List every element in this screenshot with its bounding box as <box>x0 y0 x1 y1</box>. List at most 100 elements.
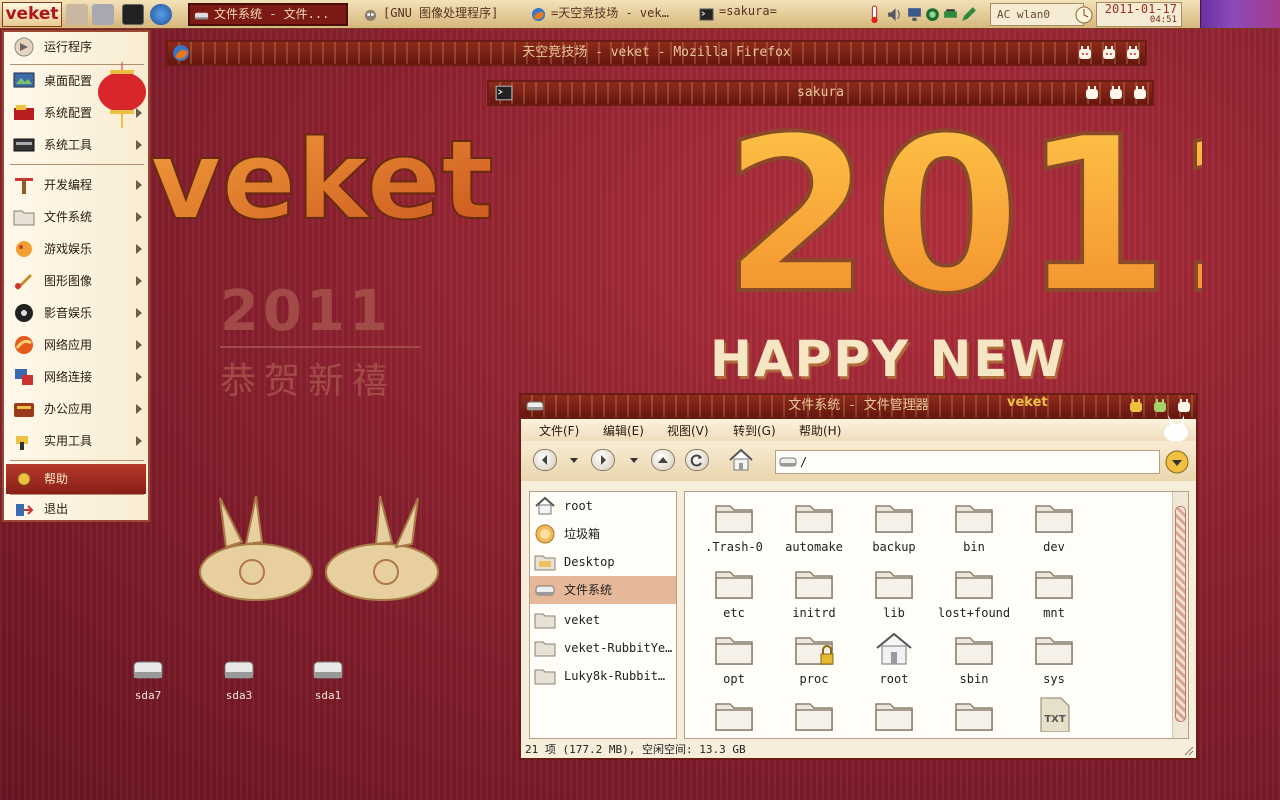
location-bar[interactable]: / <box>775 450 1160 474</box>
menu-item-utilities[interactable]: 实用工具 <box>6 426 146 456</box>
menu-item-media[interactable]: 影音娱乐 <box>6 298 146 328</box>
file-item[interactable]: sys <box>1015 624 1093 688</box>
scrollbar-thumb[interactable] <box>1175 506 1186 722</box>
terminal-launcher-icon[interactable] <box>122 4 144 25</box>
side-item-filesystem[interactable]: 文件系统 <box>530 576 676 604</box>
file-item[interactable]: backup <box>855 492 933 556</box>
usb-icon[interactable] <box>942 5 959 23</box>
menu-item-dev[interactable]: 开发编程 <box>6 170 146 200</box>
file-item[interactable]: lib <box>855 558 933 622</box>
cn-greeting-text: 恭贺新禧 <box>220 361 397 402</box>
menu-item-label: 系统配置 <box>44 106 93 120</box>
file-item[interactable] <box>855 690 933 738</box>
home-icon[interactable] <box>727 447 755 473</box>
menu-item-help[interactable]: 帮助 <box>6 464 146 494</box>
menu-item-filesystem[interactable]: 文件系统 <box>6 202 146 232</box>
browser-launcher-icon[interactable] <box>150 4 172 25</box>
network-status[interactable]: AC wlan0 <box>990 3 1084 26</box>
close-icon[interactable] <box>1132 85 1148 101</box>
pen-icon[interactable] <box>960 5 977 23</box>
side-item-trash[interactable]: 垃圾箱 <box>530 520 676 548</box>
location-path: / <box>800 455 808 469</box>
side-item-veket-rubbit[interactable]: veket-RubbitYe… <box>530 634 676 662</box>
vertical-scrollbar[interactable] <box>1172 492 1188 738</box>
start-button[interactable]: veket <box>2 2 62 27</box>
desktop-icon-sda3[interactable]: sda3 <box>209 652 269 712</box>
file-item[interactable]: etc <box>695 558 773 622</box>
side-pane: root 垃圾箱 Desktop 文件系统 veket veket-Rubbit… <box>529 491 677 739</box>
menu-go[interactable]: 转到(G) <box>733 422 776 439</box>
file-item[interactable] <box>775 690 853 738</box>
drive-icon <box>194 12 209 20</box>
menu-item-network-connect[interactable]: 网络连接 <box>6 362 146 392</box>
menu-item-network-apps[interactable]: 网络应用 <box>6 330 146 360</box>
menu-item-office[interactable]: 办公应用 <box>6 394 146 424</box>
file-item[interactable]: opt <box>695 624 773 688</box>
chevron-down-icon[interactable] <box>569 457 579 465</box>
file-item[interactable] <box>695 690 773 738</box>
back-arrow-icon <box>542 455 547 465</box>
resize-grip-icon[interactable] <box>1182 744 1194 756</box>
back-button[interactable] <box>533 449 557 471</box>
minimize-icon[interactable] <box>1077 45 1093 61</box>
file-item[interactable]: .Trash-0 <box>695 492 773 556</box>
desktop-icon-sda7[interactable]: sda7 <box>118 652 178 712</box>
lantern-icon <box>98 62 146 128</box>
menu-item-system-tools[interactable]: 系统工具 <box>6 130 146 160</box>
minimize-icon[interactable] <box>1084 85 1100 101</box>
firefox-window-titlebar[interactable]: 天空竞技场 - veket - Mozilla Firefox <box>166 40 1147 66</box>
menu-item-run[interactable]: 运行程序 <box>6 32 146 62</box>
maximize-icon[interactable] <box>1108 85 1124 101</box>
location-dropdown-icon[interactable] <box>1165 450 1189 474</box>
file-item[interactable]: sbin <box>935 624 1013 688</box>
file-manager-titlebar[interactable]: 文件系统 - 文件管理器 veket <box>519 393 1198 419</box>
reload-button[interactable] <box>685 449 709 471</box>
close-icon[interactable] <box>1176 398 1192 414</box>
file-manager-launcher-icon[interactable] <box>66 4 88 25</box>
side-item-desktop[interactable]: Desktop <box>530 548 676 576</box>
file-item[interactable]: mnt <box>1015 558 1093 622</box>
menu-edit[interactable]: 编辑(E) <box>603 422 644 439</box>
minimize-icon[interactable] <box>1128 398 1144 414</box>
up-button[interactable] <box>651 449 675 471</box>
workspace-pager[interactable] <box>1200 0 1280 28</box>
file-item[interactable]: proc <box>775 624 853 688</box>
menu-item-graphics[interactable]: 图形图像 <box>6 266 146 296</box>
file-item[interactable]: lost+found <box>935 558 1013 622</box>
terminal-window-titlebar[interactable]: sakura <box>487 80 1154 106</box>
task-firefox[interactable]: =天空竞技场 - vek… <box>526 3 686 26</box>
file-item[interactable]: initrd <box>775 558 853 622</box>
menu-item-games[interactable]: 游戏娱乐 <box>6 234 146 264</box>
file-item[interactable]: dev <box>1015 492 1093 556</box>
side-item-luky8k[interactable]: Luky8k-Rubbit… <box>530 662 676 690</box>
close-icon[interactable] <box>1125 45 1141 61</box>
file-item[interactable] <box>935 690 1013 738</box>
maximize-icon[interactable] <box>1152 398 1168 414</box>
forward-button[interactable] <box>591 449 615 471</box>
desktop-icon-sda1[interactable]: sda1 <box>298 652 358 712</box>
chevron-down-icon[interactable] <box>629 457 639 465</box>
menu-help[interactable]: 帮助(H) <box>799 422 841 439</box>
side-item-veket[interactable]: veket <box>530 606 676 634</box>
menu-view[interactable]: 视图(V) <box>667 422 709 439</box>
task-label: [GNU 图像处理程序] <box>383 6 499 20</box>
file-item[interactable]: TXT <box>1015 690 1093 738</box>
file-item[interactable]: automake <box>775 492 853 556</box>
home-folder-icon <box>876 632 912 665</box>
task-gimp[interactable]: [GNU 图像处理程序] <box>358 3 518 26</box>
file-item[interactable]: bin <box>935 492 1013 556</box>
task-file-manager[interactable]: 文件系统 - 文件... <box>188 3 348 26</box>
network-icon[interactable] <box>906 5 923 23</box>
thermometer-icon[interactable] <box>866 5 883 24</box>
menu-file[interactable]: 文件(F) <box>539 422 579 439</box>
maximize-icon[interactable] <box>1101 45 1117 61</box>
connection-icon[interactable] <box>924 5 941 23</box>
folder-icon <box>955 571 993 599</box>
menu-item-exit[interactable]: 退出 <box>6 494 146 524</box>
task-terminal[interactable]: =sakura= <box>694 3 854 26</box>
mushroom-launcher-icon[interactable] <box>92 4 114 25</box>
volume-icon[interactable] <box>886 5 903 23</box>
file-item[interactable]: root <box>855 624 933 688</box>
side-item-root[interactable]: root <box>530 492 676 520</box>
clock[interactable]: 2011-01-17 04:51 <box>1096 2 1182 27</box>
